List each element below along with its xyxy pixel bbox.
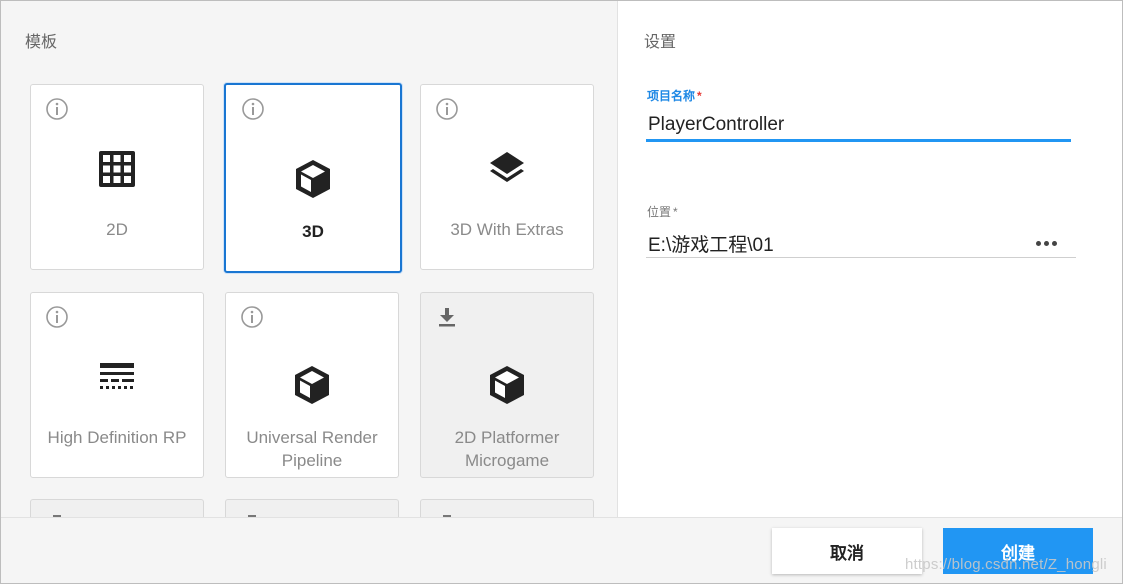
template-label: High Definition RP (47, 428, 187, 447)
template-card-hdrp[interactable]: High Definition RP (30, 292, 204, 478)
template-label: 2D Platformer Microgame (454, 428, 560, 470)
cube-icon (291, 157, 335, 201)
project-name-label-text: 项目名称 (647, 89, 696, 103)
template-card-urp[interactable]: Universal Render Pipeline (225, 292, 399, 478)
template-card-3d-with-extras[interactable]: 3D With Extras (420, 84, 594, 270)
template-label: Universal Render Pipeline (246, 428, 378, 470)
hdrp-lines-icon (95, 355, 139, 399)
project-name-underline (646, 139, 1071, 142)
download-icon[interactable] (435, 305, 459, 329)
location-label: 位置 * (647, 203, 678, 220)
template-label: 3D (302, 222, 324, 241)
project-name-label: 项目名称 * (647, 87, 702, 104)
template-label: 2D (106, 220, 128, 239)
info-icon[interactable] (241, 97, 265, 121)
settings-title: 设置 (644, 34, 677, 51)
cube-icon (290, 363, 334, 407)
layers-icon (485, 147, 529, 191)
template-card-partial[interactable] (420, 499, 594, 517)
info-icon[interactable] (240, 305, 264, 329)
template-card-2d-platformer[interactable]: 2D Platformer Microgame (420, 292, 594, 478)
location-label-text: 位置 (647, 205, 672, 219)
template-label: 3D With Extras (450, 220, 564, 239)
template-card-2d[interactable]: 2D (30, 84, 204, 270)
template-card-partial[interactable] (225, 499, 399, 517)
info-icon[interactable] (45, 97, 69, 121)
required-mark: * (673, 205, 678, 219)
grid-icon (95, 147, 139, 191)
info-icon[interactable] (435, 97, 459, 121)
project-name-input[interactable] (648, 111, 1068, 139)
location-underline (646, 257, 1076, 258)
required-mark: * (697, 89, 702, 103)
browse-more-icon[interactable] (1032, 235, 1060, 251)
cube-icon (485, 363, 529, 407)
watermark: https://blog.csdn.net/Z_hongli (905, 556, 1107, 573)
cancel-button[interactable]: 取消 (772, 528, 922, 574)
bottom-bar: 取消 创建 (1, 517, 1122, 583)
templates-title: 模板 (25, 34, 58, 51)
template-card-3d[interactable]: 3D (224, 83, 402, 273)
location-input[interactable] (648, 229, 1028, 257)
template-card-partial[interactable] (30, 499, 204, 517)
settings-panel: 设置 项目名称* 位置* (617, 1, 1122, 517)
info-icon[interactable] (45, 305, 69, 329)
templates-panel: 模板 2D 3D 3D With Extras High Definition … (1, 1, 617, 517)
